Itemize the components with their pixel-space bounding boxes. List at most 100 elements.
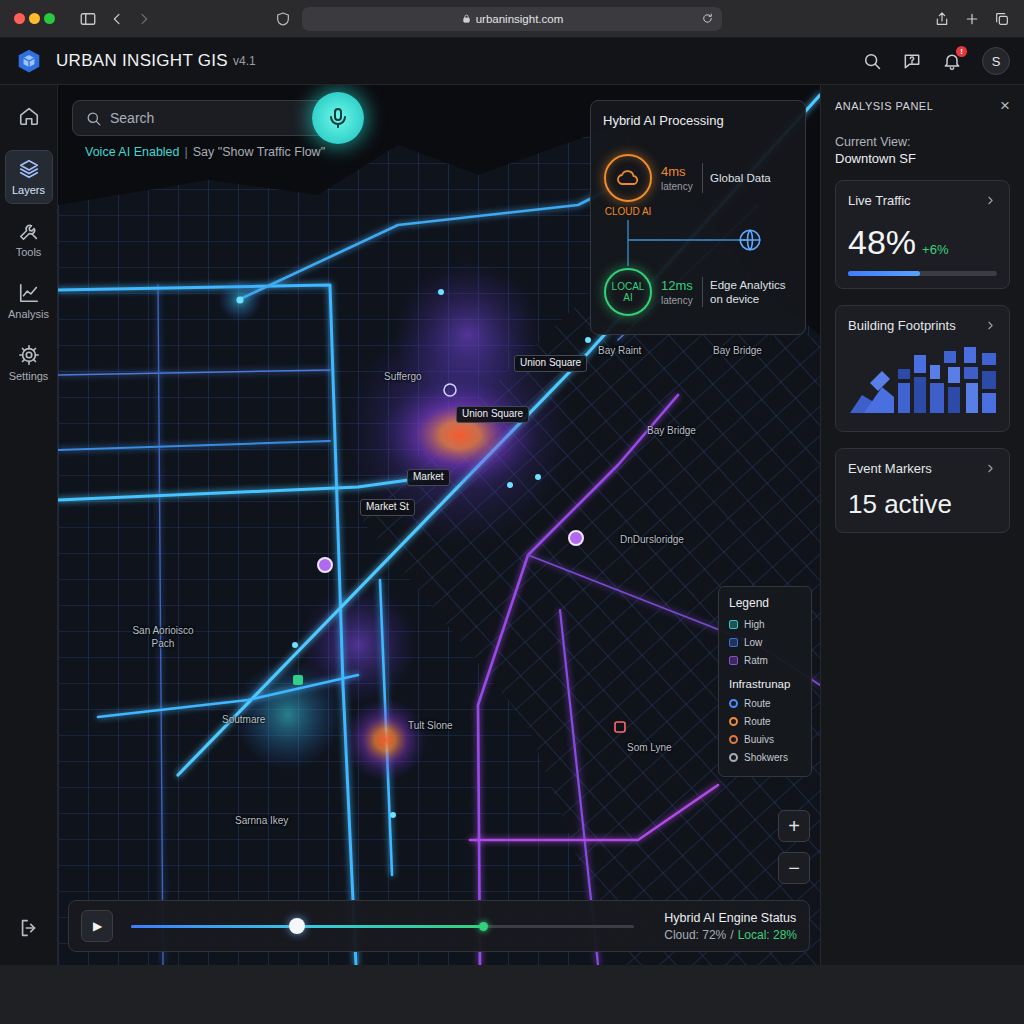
- map-label[interactable]: Bay Bridge: [713, 345, 762, 358]
- search-icon-svg: [862, 51, 882, 71]
- layers-icon-svg: [18, 158, 40, 180]
- tools-icon[interactable]: [18, 220, 40, 242]
- microphone-icon-svg: [326, 106, 350, 130]
- close-button[interactable]: ×: [1000, 97, 1010, 114]
- card-title[interactable]: Building Footprints: [848, 318, 956, 333]
- maximize-button[interactable]: [44, 13, 55, 24]
- latency: 4mslatency: [661, 164, 695, 192]
- play-button[interactable]: ▶: [81, 910, 113, 942]
- metric-bar: [848, 271, 997, 276]
- map-label[interactable]: DnDursloridge: [620, 534, 684, 547]
- chevron-icon[interactable]: [984, 319, 997, 332]
- card-header: Event Markers: [848, 461, 997, 476]
- user-avatar[interactable]: S: [982, 47, 1010, 75]
- microphone-icon[interactable]: [326, 106, 350, 130]
- voice-command-hint: Say "Show Traffic Flow": [193, 145, 325, 159]
- back-icon[interactable]: [109, 11, 125, 27]
- map-label[interactable]: Soutmare: [222, 714, 265, 727]
- new-tab-icon[interactable]: [964, 11, 980, 27]
- zoom-in-button[interactable]: +: [778, 810, 810, 842]
- analysis-panel: ANALYSIS PANEL×Current View:Downtown SFL…: [820, 85, 1024, 965]
- analysis-card[interactable]: Building Footprints: [835, 305, 1010, 432]
- timeline-thumb[interactable]: [289, 918, 305, 934]
- panel-header: ANALYSIS PANEL×: [835, 97, 1010, 114]
- legend-swatch: [729, 638, 738, 647]
- zoom-out-button[interactable]: −: [778, 852, 810, 884]
- minimize-button[interactable]: [29, 13, 40, 24]
- nav-label[interactable]: Layers: [12, 184, 45, 196]
- map-label[interactable]: Union Square: [514, 355, 587, 372]
- map-label[interactable]: Bay Raint: [598, 345, 641, 358]
- analysis-card[interactable]: Event Markers15 active: [835, 448, 1010, 533]
- legend-item: Route: [729, 712, 803, 730]
- legend-item: Shokwers: [729, 748, 803, 766]
- map-label[interactable]: Sarnna Ikey: [235, 815, 288, 828]
- map-label[interactable]: Market St: [360, 499, 415, 516]
- map-label[interactable]: Bay Bridge: [647, 425, 696, 438]
- reload-icon[interactable]: [701, 12, 714, 25]
- notifications[interactable]: !: [942, 51, 962, 71]
- node-info: 12mslatency Edge Analytics on device: [661, 268, 793, 316]
- analysis-icon[interactable]: [18, 282, 40, 304]
- share-icon[interactable]: [934, 11, 950, 27]
- home-icon[interactable]: [18, 105, 40, 127]
- analysis-card[interactable]: Live Traffic48%+6%: [835, 180, 1010, 289]
- map-legend: LegendHighLowRatmInfrastrunapRouteRouteB…: [718, 586, 812, 777]
- address-bar[interactable]: urbaninsight.com: [302, 7, 722, 31]
- legend-label: Low: [744, 637, 762, 648]
- nav-item[interactable]: Layers: [5, 150, 53, 204]
- gear-icon-svg: [18, 344, 40, 366]
- map-label[interactable]: San Aorioisco Pach: [120, 625, 206, 650]
- search-icon[interactable]: [862, 51, 882, 71]
- legend-item: Buuivs: [729, 730, 803, 748]
- address-text[interactable]: urbaninsight.com: [476, 13, 564, 25]
- node-description: Global Data: [710, 171, 771, 185]
- search-input[interactable]: [110, 110, 333, 126]
- app-version: v4.1: [233, 54, 256, 68]
- reload-wrap: [701, 12, 722, 25]
- shield-icon: [275, 11, 291, 27]
- latency-value: 12ms: [661, 278, 695, 293]
- node-description: Edge Analytics on device: [710, 278, 793, 307]
- legend-ring: [729, 753, 738, 762]
- map-label[interactable]: Union Square: [456, 406, 529, 423]
- nav-item[interactable]: Settings: [5, 336, 53, 390]
- nav-item[interactable]: Analysis: [5, 274, 53, 328]
- app-title: URBAN INSIGHT GIS: [56, 51, 228, 71]
- globe-icon-svg: [737, 227, 763, 253]
- nav-label[interactable]: Analysis: [8, 308, 49, 320]
- new-tab-icon-svg: [964, 11, 980, 27]
- voice-hint: Voice AI Enabled|Say "Show Traffic Flow": [85, 145, 325, 159]
- voice-button[interactable]: [312, 92, 364, 144]
- latency: 12mslatency: [661, 278, 695, 306]
- nav-label[interactable]: Settings: [9, 370, 49, 382]
- nav-item[interactable]: Tools: [5, 212, 53, 266]
- close-button[interactable]: [14, 13, 25, 24]
- card-title[interactable]: Live Traffic: [848, 193, 911, 208]
- timeline-bar: ▶ Hybrid AI Engine Status Cloud: 72%/Local…: [68, 900, 810, 952]
- tabs-icon[interactable]: [994, 11, 1010, 27]
- map-label[interactable]: Suffergo: [384, 371, 422, 384]
- engine-title: Hybrid AI Engine Status: [664, 911, 797, 925]
- map-view[interactable]: Union Square Suffergo Bay Raint Bay Bridge U…: [58, 85, 820, 965]
- sidebar-icon[interactable]: [79, 10, 97, 28]
- map-label[interactable]: Som Lyne: [627, 742, 672, 755]
- help-icon[interactable]: [902, 51, 922, 71]
- latency-value: 4ms: [661, 164, 695, 179]
- timeline-track[interactable]: [131, 925, 634, 928]
- main-area: Layers Tools Analysis Settings Union Square S…: [0, 85, 1024, 965]
- engine-split: Cloud: 72%/Local: 28%: [664, 928, 797, 942]
- map-label[interactable]: Market: [407, 469, 450, 486]
- map-label[interactable]: Tult Slone: [408, 720, 453, 733]
- nav-label[interactable]: Tools: [16, 246, 42, 258]
- home-item[interactable]: [18, 99, 40, 133]
- chevron-icon[interactable]: [984, 462, 997, 475]
- legend-subtitle: Infrastrunap: [729, 678, 803, 690]
- gear-icon[interactable]: [18, 344, 40, 366]
- forward-icon[interactable]: [136, 11, 152, 27]
- chevron-icon[interactable]: [984, 194, 997, 207]
- logout-icon[interactable]: [18, 917, 40, 939]
- card-title[interactable]: Event Markers: [848, 461, 932, 476]
- layers-icon[interactable]: [18, 158, 40, 180]
- search-box[interactable]: [72, 100, 334, 136]
